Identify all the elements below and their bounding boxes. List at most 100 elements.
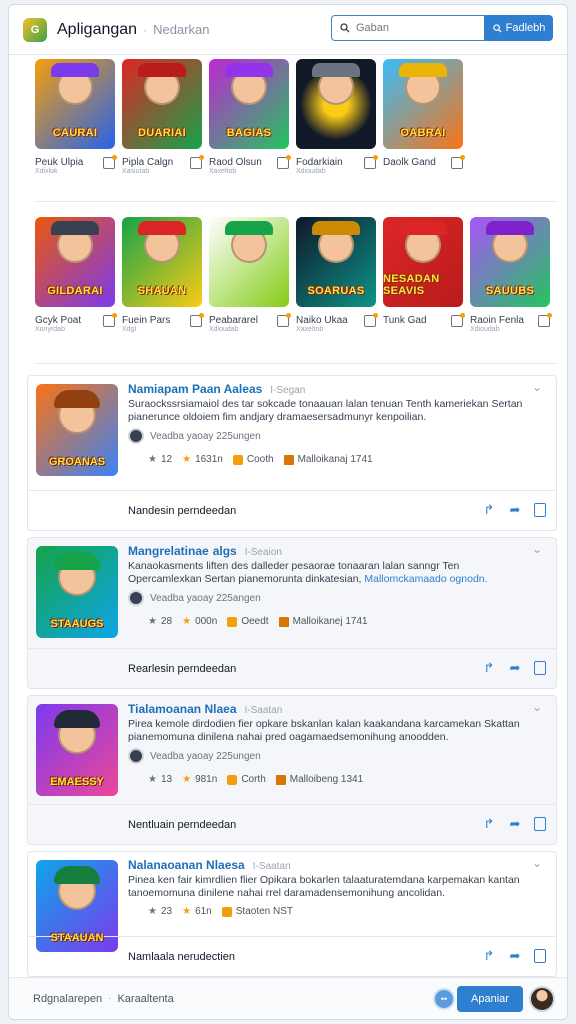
breadcrumb-item-1[interactable]: Rdgnalarepen	[33, 993, 102, 1005]
breadcrumb-item-2[interactable]: Karaaltenta	[117, 993, 173, 1005]
app-card-description-link[interactable]: Mallomckamaado ognodn.	[364, 573, 487, 585]
reply-icon[interactable]: ↱	[482, 817, 496, 831]
open-external-icon[interactable]	[451, 155, 465, 169]
reply-icon[interactable]: ↱	[482, 661, 496, 675]
app-tile-thumbnail[interactable]	[209, 217, 289, 307]
open-external-icon[interactable]	[190, 313, 204, 327]
reply-icon[interactable]: ↱	[482, 503, 496, 517]
details-icon[interactable]	[534, 503, 546, 517]
app-tile-thumbnail[interactable]: SAUUBS	[470, 217, 550, 307]
app-tile-thumbnail[interactable]: SOARUAS	[296, 217, 376, 307]
search-input[interactable]	[356, 22, 476, 34]
open-external-icon[interactable]	[103, 313, 117, 327]
app-card-thumbnail[interactable]: STAAUGS	[36, 546, 118, 638]
app-card[interactable]: EMAESSY Tialamoanan Nlaea I-Saatan Pirea ke…	[27, 695, 557, 845]
app-card-stats: ★ 13 ★ 981n Corth Malloibeng 1341	[148, 774, 363, 785]
search-button[interactable]: Fadlebh	[485, 15, 553, 41]
app-tile[interactable]: Fodarkiain Xdioudab	[296, 59, 378, 179]
app-card[interactable]: GROANAS Namiapam Paan Aaleas I-Segan Suraoc…	[27, 375, 557, 531]
app-tile-name[interactable]: Naiko Ukaa	[296, 315, 348, 326]
stat-value: 13	[160, 774, 173, 785]
stat-stars-count: ★ 28	[148, 616, 172, 627]
open-external-icon[interactable]	[103, 155, 117, 169]
app-tile-name[interactable]: Tunk Gad	[383, 315, 427, 326]
app-tile-thumbnail[interactable]: BAGIAS	[209, 59, 289, 149]
app-tile-name[interactable]: Fodarkiain	[296, 157, 343, 168]
app-card-footer-label: Rearlesin perndeedan	[128, 662, 237, 675]
user-avatar[interactable]	[529, 986, 555, 1012]
app-card-author[interactable]: Veadba yaoay 225angen	[128, 590, 261, 606]
app-tile-thumbnail[interactable]: OABRAI	[383, 59, 463, 149]
app-card[interactable]: STAAUAN Nalanaoanan Nlaesa I-Saatan Pinea k…	[27, 851, 557, 977]
chat-bubble-icon[interactable]: ••	[433, 988, 455, 1010]
share-icon[interactable]: ➦	[508, 503, 522, 517]
app-tile-subtitle: Xasiutab	[122, 168, 150, 175]
app-card-author[interactable]: Veadba yaoay 225ungen	[128, 748, 261, 764]
open-external-icon[interactable]	[451, 313, 465, 327]
app-tile[interactable]: DUARIAI Pipla Calgn Xasiutab	[122, 59, 204, 179]
chevron-down-icon[interactable]: ⌄	[532, 542, 542, 556]
details-icon[interactable]	[534, 817, 546, 831]
stat-rating: ★ 1631n	[182, 454, 223, 465]
chevron-down-icon[interactable]: ⌄	[532, 856, 542, 870]
app-card-author[interactable]: Veadba yaoay 225ungen	[128, 428, 261, 444]
app-tile-thumbnail[interactable]: SHAUAN	[122, 217, 202, 307]
share-icon[interactable]: ➦	[508, 661, 522, 675]
grid-divider-2	[35, 363, 557, 364]
reply-icon[interactable]: ↱	[482, 949, 496, 963]
app-tile-name[interactable]: Daolk Gand	[383, 157, 436, 168]
app-tile[interactable]: GILDARAI Gcyk Poat Xonyrdab	[35, 217, 117, 337]
app-tile-name[interactable]: Peabararel	[209, 315, 258, 326]
app-tile[interactable]: NESADAN SEAVIS Tunk Gad	[383, 217, 465, 337]
search-field[interactable]	[331, 15, 485, 41]
open-external-icon[interactable]	[364, 313, 378, 327]
app-tile-name[interactable]: Raoin Fenla	[470, 315, 524, 326]
app-tile[interactable]: SHAUAN Fuein Pars Xdgl	[122, 217, 204, 337]
app-tile-name[interactable]: Gcyk Poat	[35, 315, 81, 326]
app-card-title[interactable]: Namiapam Paan Aaleas I-Segan	[128, 382, 305, 396]
details-icon[interactable]	[534, 949, 546, 963]
publisher-icon	[275, 774, 286, 785]
app-tile[interactable]: BAGIAS Raod Olsun Xaxeltob	[209, 59, 291, 179]
open-external-icon[interactable]	[277, 155, 291, 169]
open-external-icon[interactable]	[190, 155, 204, 169]
app-tile-thumbnail[interactable]: DUARIAI	[122, 59, 202, 149]
app-tile-name[interactable]: Fuein Pars	[122, 315, 170, 326]
share-icon[interactable]: ➦	[508, 817, 522, 831]
open-external-icon[interactable]	[364, 155, 378, 169]
app-tile[interactable]: Peabararel Xdioudab	[209, 217, 291, 337]
category-icon	[221, 906, 232, 917]
category-icon	[227, 616, 238, 627]
app-card-title[interactable]: Nalanaoanan Nlaesa I-Saatan	[128, 858, 291, 872]
app-tile[interactable]: SAUUBS Raoin Fenla Xdioudab	[470, 217, 552, 337]
app-tile[interactable]: OABRAI Daolk Gand	[383, 59, 465, 179]
app-tile-thumbnail[interactable]: GILDARAI	[35, 217, 115, 307]
app-card[interactable]: STAAUGS Mangrelatinae algs I-Seaion Kanaokas…	[27, 537, 557, 689]
app-tile-name[interactable]: Pipla Calgn	[122, 157, 173, 168]
app-tile[interactable]: SOARUAS Naiko Ukaa Xaxeltob	[296, 217, 378, 337]
star-icon: ★	[148, 906, 157, 917]
app-card-thumbnail[interactable]: EMAESSY	[36, 704, 118, 796]
category-icon	[232, 454, 243, 465]
app-card-title[interactable]: Mangrelatinae algs I-Seaion	[128, 544, 282, 558]
app-tile-meta: Gcyk Poat Xonyrdab	[35, 313, 117, 337]
app-card-title[interactable]: Tialamoanan Nlaea I-Saatan	[128, 702, 282, 716]
app-tile-thumbnail[interactable]	[296, 59, 376, 149]
details-icon[interactable]	[534, 661, 546, 675]
open-external-icon[interactable]	[277, 313, 291, 327]
app-tile-name[interactable]: Peuk Ulpia	[35, 157, 83, 168]
share-icon[interactable]: ➦	[508, 949, 522, 963]
app-card-thumbnail[interactable]: GROANAS	[36, 384, 118, 476]
star-icon: ★	[148, 616, 157, 627]
app-tile[interactable]: CAURAI Peuk Ulpia Xdixlok	[35, 59, 117, 179]
chevron-down-icon[interactable]: ⌄	[532, 700, 542, 714]
app-tile-meta: Fodarkiain Xdioudab	[296, 155, 378, 179]
app-tile-subtitle: Xdixlok	[35, 168, 58, 175]
app-tile-name[interactable]: Raod Olsun	[209, 157, 262, 168]
app-tile-thumbnail[interactable]: CAURAI	[35, 59, 115, 149]
open-external-icon[interactable]	[538, 313, 552, 327]
primary-action-button[interactable]: Apaniar	[457, 986, 523, 1012]
chevron-down-icon[interactable]: ⌄	[532, 380, 542, 394]
app-tile-thumbnail[interactable]: NESADAN SEAVIS	[383, 217, 463, 307]
app-subtitle[interactable]: Nedarkan	[153, 22, 209, 37]
